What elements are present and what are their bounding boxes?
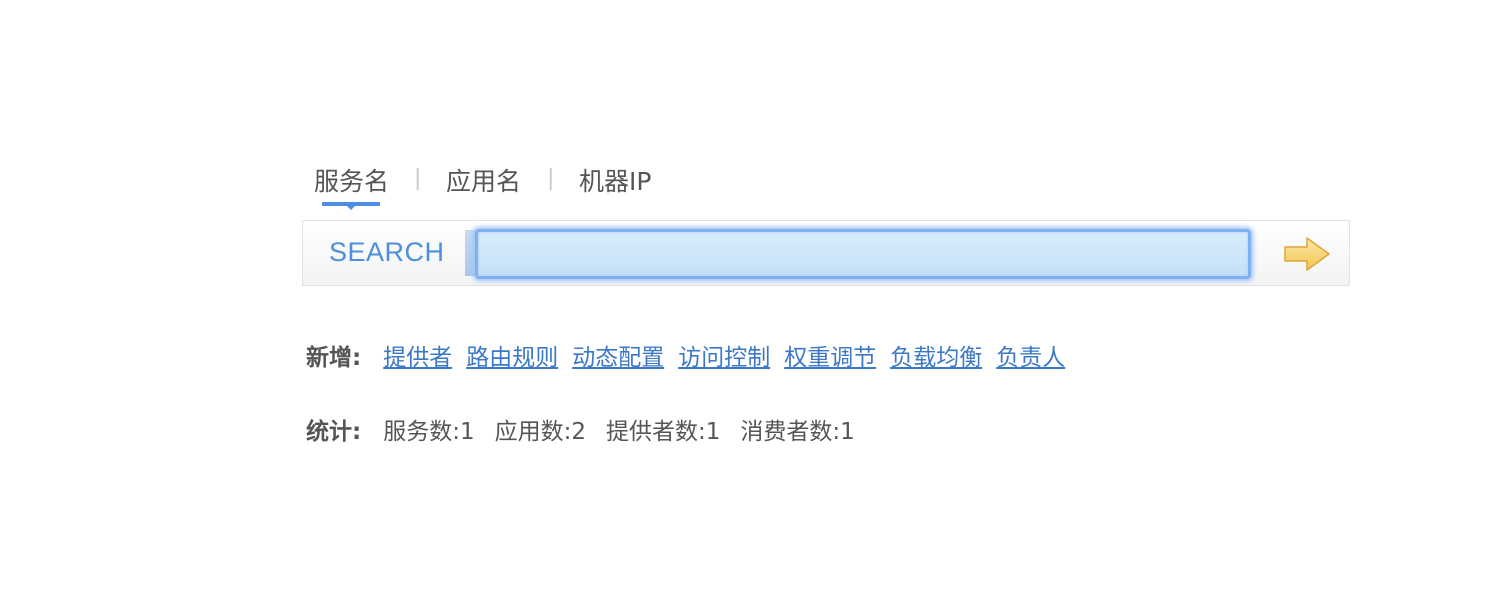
tab-service-name[interactable]: 服务名 [314, 162, 389, 198]
search-label: SEARCH [329, 237, 445, 267]
stats-row: 统计: 服务数:1 应用数:2 提供者数:1 消费者数:1 [306, 412, 875, 446]
add-owner-link[interactable]: 负责人 [996, 345, 1065, 371]
arrow-right-icon [1284, 237, 1330, 271]
tab-machine-ip[interactable]: 机器IP [579, 162, 651, 198]
add-label: 新增: [306, 345, 362, 371]
add-provider-link[interactable]: 提供者 [383, 345, 452, 371]
search-input[interactable] [475, 229, 1251, 279]
stat-application-count: 应用数:2 [494, 419, 586, 445]
tab-separator: | [414, 166, 422, 191]
stats-label: 统计: [306, 419, 362, 445]
add-access-control-link[interactable]: 访问控制 [678, 345, 770, 371]
active-tab-indicator [322, 202, 380, 210]
add-weight-adjust-link[interactable]: 权重调节 [784, 345, 876, 371]
stat-consumer-count: 消费者数:1 [740, 419, 855, 445]
stat-provider-count: 提供者数:1 [605, 419, 721, 445]
add-route-rule-link[interactable]: 路由规则 [466, 345, 558, 371]
add-load-balance-link[interactable]: 负载均衡 [890, 345, 982, 371]
stat-service-count: 服务数:1 [383, 419, 475, 445]
add-dynamic-config-link[interactable]: 动态配置 [572, 345, 664, 371]
search-type-tabs: 服务名 | 应用名 | 机器IP [302, 158, 1352, 220]
tab-application-name[interactable]: 应用名 [446, 162, 521, 198]
search-panel: 服务名 | 应用名 | 机器IP SEARCH [302, 158, 1352, 286]
search-input-edge [465, 230, 475, 276]
add-links-row: 新增: 提供者 路由规则 动态配置 访问控制 权重调节 负载均衡 负责人 [306, 338, 1079, 372]
tab-separator: | [547, 166, 555, 191]
search-bar: SEARCH [302, 220, 1350, 286]
search-submit-button[interactable] [1283, 235, 1333, 273]
